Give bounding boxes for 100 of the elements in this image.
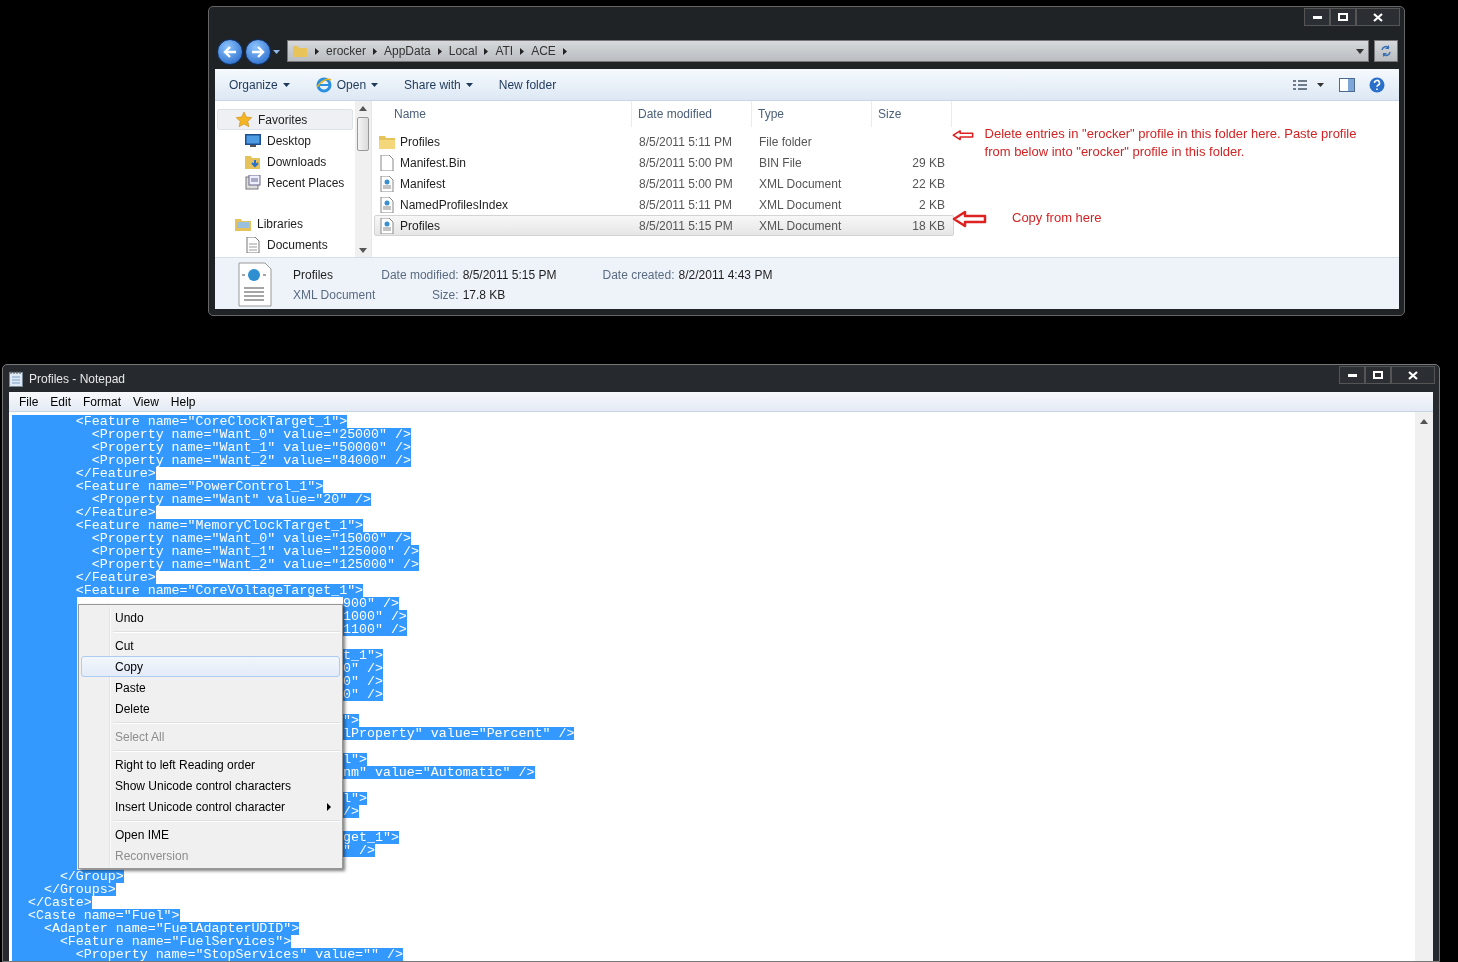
breadcrumb-item[interactable]: ACE <box>531 42 556 60</box>
desktop-icon <box>245 132 261 149</box>
annotation-text: Copy from here <box>1012 209 1102 227</box>
file-date: 8/5/2011 5:15 PM <box>639 218 733 233</box>
menu-item[interactable]: Open IME <box>81 824 340 845</box>
field-label: Size: <box>430 287 459 304</box>
file-row[interactable]: Profiles 8/5/2011 5:11 PM File folder <box>374 131 954 152</box>
close-button[interactable] <box>1391 366 1435 384</box>
back-button[interactable] <box>217 39 243 65</box>
field-value: 17.8 KB <box>462 287 507 304</box>
file-type: BIN File <box>759 155 802 170</box>
breadcrumb-item[interactable]: erocker <box>326 42 366 60</box>
field-label: Date modified: <box>381 267 459 284</box>
file-size: 22 KB <box>912 176 945 191</box>
file-date: 8/5/2011 5:11 PM <box>639 197 732 212</box>
column-header[interactable]: Type <box>752 101 872 127</box>
menu-item[interactable]: Format <box>77 391 128 412</box>
menu-item[interactable]: Insert Unicode control character <box>81 796 340 817</box>
chevron-icon <box>437 47 442 55</box>
minimize-button[interactable] <box>1339 366 1365 384</box>
scroll-thumb[interactable] <box>357 117 369 151</box>
history-caret-icon[interactable] <box>273 50 280 54</box>
minimize-button[interactable] <box>1304 8 1330 26</box>
file-name: NamedProfilesIndex <box>400 196 509 214</box>
menu-item[interactable]: Show Unicode control characters <box>81 775 340 796</box>
scroll-up-icon[interactable] <box>359 106 367 111</box>
close-button[interactable] <box>1356 8 1400 26</box>
menu-item[interactable]: Paste <box>81 677 340 698</box>
file-type: XML Document <box>759 197 842 212</box>
maximize-button[interactable] <box>1330 8 1356 26</box>
menu-item[interactable]: Edit <box>44 391 78 412</box>
scrollbar[interactable] <box>1415 412 1433 961</box>
star-icon <box>236 111 252 128</box>
column-header[interactable]: Date modified <box>632 101 752 127</box>
file-date: 8/5/2011 5:11 PM <box>639 134 732 149</box>
refresh-icon <box>1380 45 1392 57</box>
breadcrumb-item[interactable]: ATI <box>495 42 514 60</box>
field-label: Date created: <box>602 267 675 284</box>
toolbar-button[interactable]: New folder <box>490 72 565 97</box>
xml-file-icon <box>379 175 395 192</box>
back-arrow-icon <box>223 46 237 58</box>
nav-item[interactable]: Recent Places <box>217 172 353 193</box>
menu-item[interactable]: Undo <box>81 607 340 628</box>
file-row[interactable]: Profiles 8/5/2011 5:15 PM XML Document 18 KB <box>374 215 954 236</box>
dropdown-caret-icon[interactable] <box>1356 48 1364 54</box>
menu-item[interactable]: Copy <box>81 656 340 677</box>
file-icon <box>379 154 395 171</box>
scroll-up-icon[interactable] <box>1420 419 1428 424</box>
arrow-icon <box>952 211 988 228</box>
submenu-arrow-icon <box>327 802 331 811</box>
menu-item[interactable]: Delete <box>81 698 340 719</box>
file-row[interactable]: Manifest 8/5/2011 5:00 PM XML Document 22 KB <box>374 173 954 194</box>
toolbar-button[interactable]: Share with <box>396 72 481 97</box>
menu-item[interactable]: View <box>127 391 165 412</box>
column-header[interactable]: Size <box>872 101 952 127</box>
nav-item[interactable]: Favorites <box>217 109 353 130</box>
address-bar[interactable]: erocker AppData Local ATI ACE <box>287 40 1369 62</box>
nav-item[interactable]: Libraries <box>217 213 353 234</box>
column-header[interactable]: Name <box>372 101 632 127</box>
file-date: 8/5/2011 5:00 PM <box>639 155 733 170</box>
close-icon <box>1408 370 1418 380</box>
file-row[interactable]: NamedProfilesIndex 8/5/2011 5:11 PM XML Document 2 KB <box>374 194 954 215</box>
menu-item[interactable]: File <box>13 391 45 412</box>
maximize-button[interactable] <box>1365 366 1391 384</box>
view-options-icon[interactable] <box>1293 79 1325 90</box>
forward-arrow-icon <box>251 46 265 58</box>
scroll-down-icon[interactable] <box>359 248 367 253</box>
nav-item[interactable]: Downloads <box>217 151 353 172</box>
preview-pane-icon[interactable] <box>1339 77 1355 92</box>
caret-icon <box>282 82 290 87</box>
refresh-button[interactable] <box>1374 40 1398 62</box>
xml-file-icon <box>379 217 395 234</box>
recent-icon <box>245 174 261 191</box>
menu-item[interactable]: Help <box>164 391 202 412</box>
file-type: XML Document <box>293 287 376 304</box>
breadcrumb-item[interactable]: AppData <box>384 42 431 60</box>
file-name: Profiles <box>293 267 334 284</box>
file-type: XML Document <box>759 218 842 233</box>
menu-item[interactable]: Cut <box>81 635 340 656</box>
chevron-icon <box>520 47 525 55</box>
file-row[interactable]: Manifest.Bin 8/5/2011 5:00 PM BIN File 29 KB <box>374 152 954 173</box>
help-icon[interactable] <box>1369 76 1385 93</box>
menu-item[interactable]: Right to left Reading order <box>81 754 340 775</box>
notepad-icon <box>9 370 23 387</box>
breadcrumb-item[interactable]: Local <box>448 42 478 60</box>
toolbar-button[interactable]: Organize <box>221 72 298 97</box>
file-name: Profiles <box>400 133 440 151</box>
nav-item[interactable]: Documents <box>217 234 353 255</box>
caret-icon <box>371 82 379 87</box>
xml-file-icon <box>237 262 273 308</box>
chevron-icon <box>562 47 567 55</box>
scrollbar[interactable] <box>355 101 371 257</box>
chevron-icon <box>373 47 377 55</box>
toolbar-button[interactable]: Open <box>307 72 387 97</box>
forward-button[interactable] <box>245 39 271 65</box>
nav-item[interactable]: Desktop <box>217 130 353 151</box>
file-size: 29 KB <box>912 155 945 170</box>
file-name: Profiles <box>400 217 440 235</box>
file-type: File folder <box>759 134 812 149</box>
file-date: 8/5/2011 5:00 PM <box>639 176 733 191</box>
